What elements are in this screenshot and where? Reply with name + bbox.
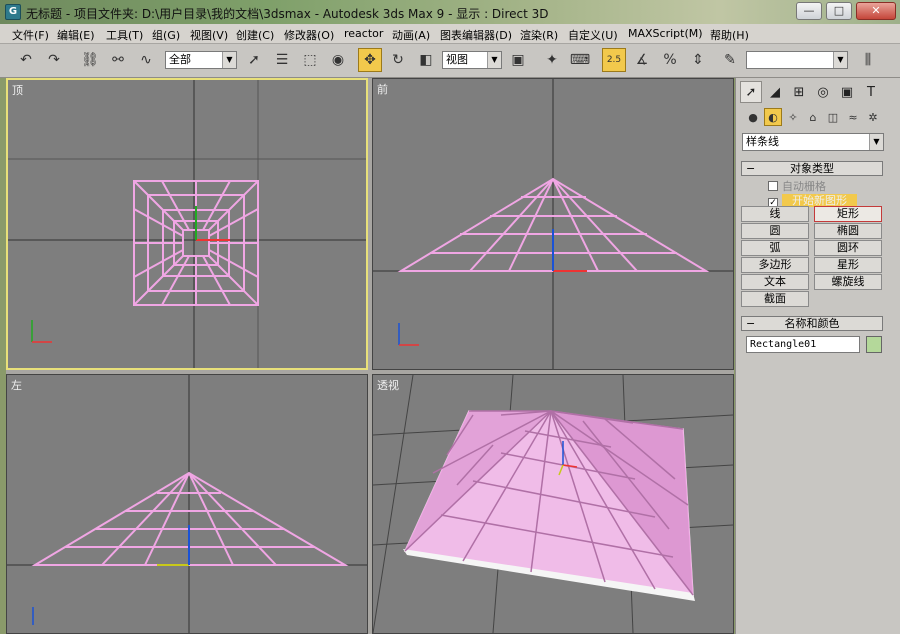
select-and-manipulate-icon[interactable]: ✦ <box>540 48 564 72</box>
object-type-rollout[interactable]: − 对象类型 <box>741 161 883 176</box>
utilities-tab-icon[interactable]: T <box>860 81 882 103</box>
viewport-label-front[interactable]: 前 <box>377 81 388 97</box>
left-view-canvas <box>7 375 367 633</box>
lights-icon[interactable]: ✧ <box>784 108 802 126</box>
display-tab-icon[interactable]: ▣ <box>836 81 858 103</box>
close-button[interactable]: ✕ <box>856 2 896 20</box>
perspective-view-canvas <box>373 375 733 633</box>
arc-button[interactable]: 弧 <box>741 240 809 256</box>
chevron-down-icon: ▼ <box>869 134 883 150</box>
maximize-button[interactable]: □ <box>826 2 852 20</box>
menu-animation[interactable]: 动画(A) <box>392 27 430 43</box>
geometry-icon[interactable]: ● <box>744 108 762 126</box>
ngon-button[interactable]: 多边形 <box>741 257 809 273</box>
rectangle-button[interactable]: 矩形 <box>814 206 882 222</box>
chevron-down-icon: ▼ <box>222 52 236 68</box>
viewport-left[interactable]: 左 <box>6 374 368 634</box>
menu-tools[interactable]: 工具(T) <box>106 27 143 43</box>
name-and-color-rollout[interactable]: − 名称和颜色 <box>741 316 883 331</box>
menu-views[interactable]: 视图(V) <box>190 27 228 43</box>
menu-customize[interactable]: 自定义(U) <box>568 27 618 43</box>
select-and-scale-icon[interactable]: ◧ <box>414 48 438 72</box>
star-button[interactable]: 星形 <box>814 257 882 273</box>
text-button[interactable]: 文本 <box>741 274 809 290</box>
systems-icon[interactable]: ✲ <box>864 108 882 126</box>
chevron-down-icon: ▼ <box>487 52 501 68</box>
section-button[interactable]: 截面 <box>741 291 809 307</box>
viewport-top[interactable]: 顶 <box>6 78 368 370</box>
menu-create[interactable]: 创建(C) <box>236 27 274 43</box>
ellipse-button[interactable]: 椭圆 <box>814 223 882 239</box>
edit-named-selection-icon[interactable]: ✎ <box>718 48 742 72</box>
viewport-label-top[interactable]: 顶 <box>12 82 23 98</box>
minimize-button[interactable]: — <box>796 2 822 20</box>
undo-icon[interactable]: ↶ <box>14 48 38 72</box>
create-tab-icon[interactable]: ➚ <box>740 81 762 103</box>
viewport-front[interactable]: 前 <box>372 78 734 370</box>
motion-tab-icon[interactable]: ◎ <box>812 81 834 103</box>
menu-modifiers[interactable]: 修改器(O) <box>284 27 334 43</box>
title-bar: G 无标题 - 项目文件夹: D:\用户目录\我的文档\3dsmax - Aut… <box>0 0 900 24</box>
donut-button[interactable]: 圆环 <box>814 240 882 256</box>
viewport-label-left[interactable]: 左 <box>11 377 22 393</box>
helpers-icon[interactable]: ◫ <box>824 108 842 126</box>
collapse-icon: − <box>746 317 756 330</box>
menu-bar: 文件(F) 编辑(E) 工具(T) 组(G) 视图(V) 创建(C) 修改器(O… <box>0 24 900 44</box>
keyboard-shortcut-icon[interactable]: ⌨ <box>568 48 592 72</box>
space-warps-icon[interactable]: ≈ <box>844 108 862 126</box>
hierarchy-tab-icon[interactable]: ⊞ <box>788 81 810 103</box>
checkbox-icon <box>768 181 778 191</box>
select-and-move-icon[interactable]: ✥ <box>358 48 382 72</box>
cameras-icon[interactable]: ⌂ <box>804 108 822 126</box>
select-and-rotate-icon[interactable]: ↻ <box>386 48 410 72</box>
viewport-area: 顶 前 左 透视 <box>6 78 734 634</box>
redo-icon[interactable]: ↷ <box>42 48 66 72</box>
pivot-center-icon[interactable]: ▣ <box>506 48 530 72</box>
reference-coordinate-select[interactable]: 视图 ▼ <box>442 51 502 69</box>
link-icon[interactable]: ⛓ <box>78 48 102 72</box>
category-select[interactable]: 样条线 ▼ <box>742 133 884 151</box>
line-button[interactable]: 线 <box>741 206 809 222</box>
unlink-icon[interactable]: ⚯ <box>106 48 130 72</box>
selection-filter-select[interactable]: 全部 ▼ <box>165 51 237 69</box>
chevron-down-icon: ▼ <box>833 52 847 68</box>
mirror-icon[interactable]: ⫼ <box>856 48 880 72</box>
select-object-icon[interactable]: ➚ <box>242 48 266 72</box>
modify-tab-icon[interactable]: ◢ <box>764 81 786 103</box>
percent-snap-icon[interactable]: % <box>658 48 682 72</box>
rectangular-selection-icon[interactable]: ⬚ <box>298 48 322 72</box>
named-selection-select[interactable]: ▼ <box>746 51 848 69</box>
menu-file[interactable]: 文件(F) <box>12 27 49 43</box>
window-title: 无标题 - 项目文件夹: D:\用户目录\我的文档\3dsmax - Autod… <box>26 7 549 21</box>
angle-snap-icon[interactable]: ∡ <box>630 48 654 72</box>
menu-edit[interactable]: 编辑(E) <box>57 27 95 43</box>
menu-graph-editors[interactable]: 图表编辑器(D) <box>440 27 512 43</box>
app-icon: G <box>5 4 21 20</box>
window-crossing-icon[interactable]: ◉ <box>326 48 350 72</box>
collapse-icon: − <box>746 162 756 175</box>
menu-rendering[interactable]: 渲染(R) <box>520 27 558 43</box>
select-by-name-icon[interactable]: ☰ <box>270 48 294 72</box>
spinner-snap-icon[interactable]: ⇕ <box>686 48 710 72</box>
bind-space-warp-icon[interactable]: ∿ <box>134 48 158 72</box>
front-view-canvas <box>373 79 733 369</box>
command-panel: ➚ ◢ ⊞ ◎ ▣ T ● ◐ ✧ ⌂ ◫ ≈ ✲ 样条线 ▼ − 对象类型 自动… <box>735 78 900 634</box>
menu-reactor[interactable]: reactor <box>344 27 383 40</box>
circle-button[interactable]: 圆 <box>741 223 809 239</box>
shapes-icon[interactable]: ◐ <box>764 108 782 126</box>
menu-help[interactable]: 帮助(H) <box>710 27 749 43</box>
object-color-swatch[interactable] <box>866 336 882 353</box>
viewport-perspective[interactable]: 透视 <box>372 374 734 634</box>
helix-button[interactable]: 螺旋线 <box>814 274 882 290</box>
object-name-input[interactable]: Rectangle01 <box>746 336 860 353</box>
menu-maxscript[interactable]: MAXScript(M) <box>628 27 703 40</box>
viewport-label-perspective[interactable]: 透视 <box>377 377 399 393</box>
top-view-canvas <box>8 80 366 368</box>
main-toolbar: ↶ ↷ ⛓ ⚯ ∿ 全部 ▼ ➚ ☰ ⬚ ◉ ✥ ↻ ◧ 视图 ▼ ▣ ✦ ⌨ 2.… <box>0 44 900 78</box>
snap-toggle-icon[interactable]: 2.5 <box>602 48 626 72</box>
menu-group[interactable]: 组(G) <box>152 27 180 43</box>
